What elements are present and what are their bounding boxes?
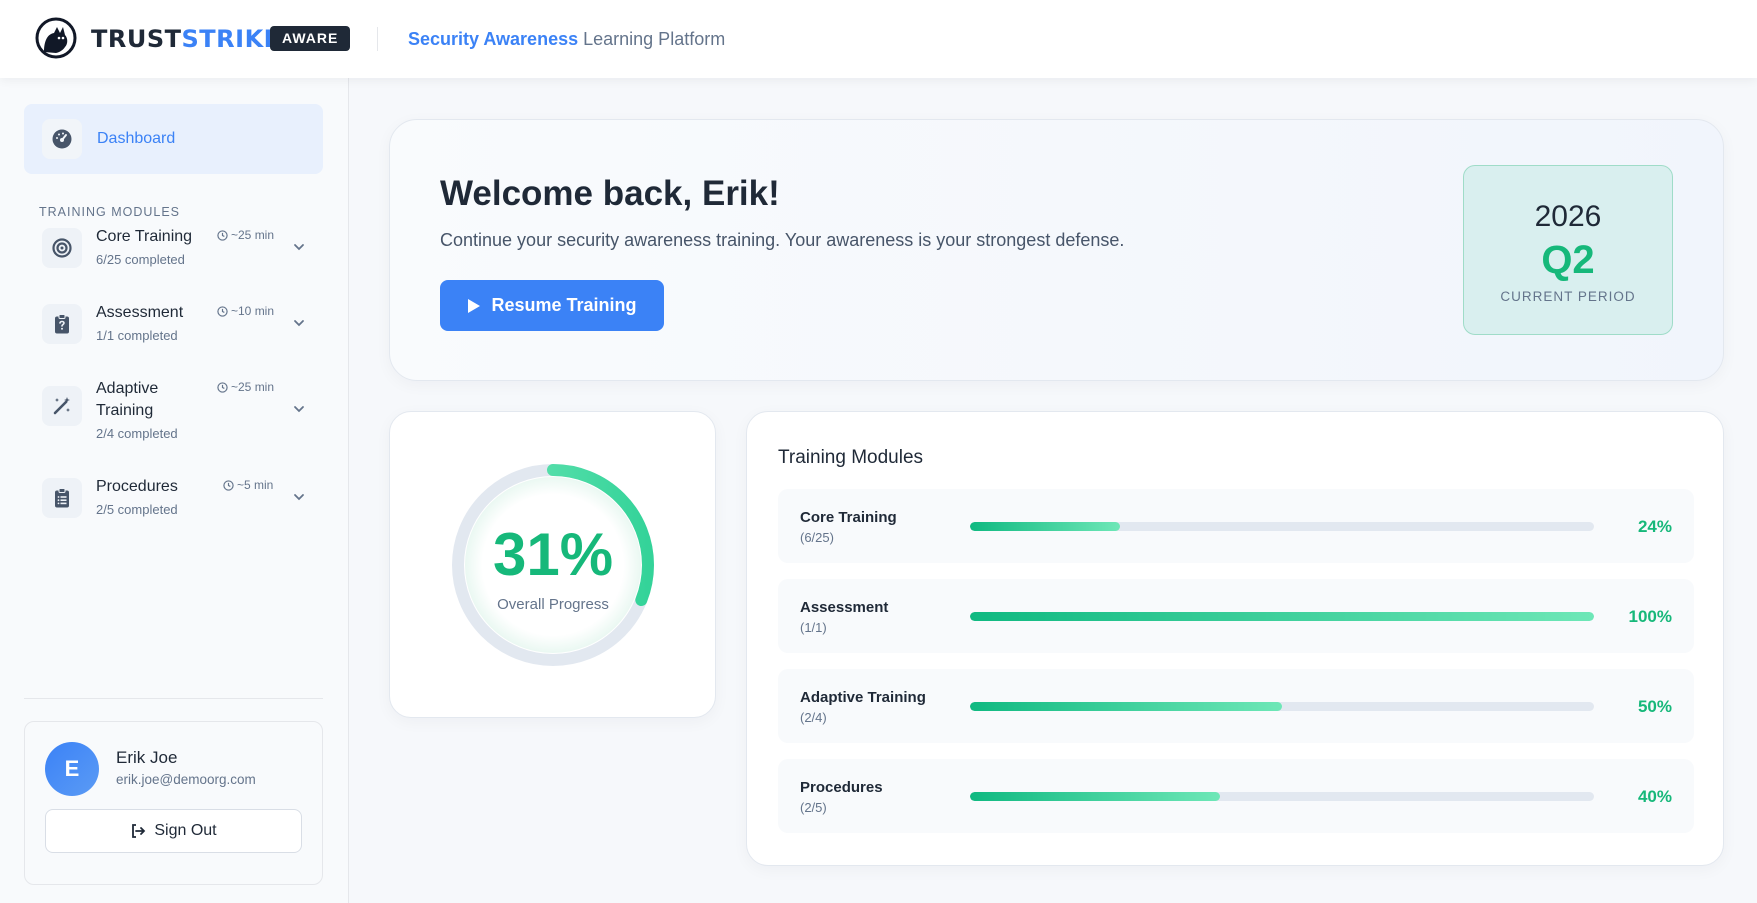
module-progress: 2/4 completed	[96, 426, 178, 441]
sidebar-item-procedures[interactable]: Procedures 2/5 completed ~5 min	[24, 470, 323, 542]
progress-track	[970, 522, 1594, 531]
module-percent: 40%	[1637, 787, 1672, 806]
module-percent: 24%	[1637, 517, 1672, 536]
module-progress: 2/5 completed	[96, 502, 178, 517]
module-time: ~25 min	[217, 228, 274, 242]
welcome-title: Welcome back, Erik!	[440, 174, 780, 213]
sign-out-icon	[132, 824, 146, 838]
period-quarter: Q2	[1541, 238, 1595, 282]
module-title: Adaptive Training	[96, 380, 159, 419]
sidebar-item-core-training[interactable]: Core Training 6/25 completed ~25 min	[24, 220, 323, 292]
chevron-down-icon[interactable]	[292, 402, 306, 416]
chevron-down-icon[interactable]	[292, 240, 306, 254]
clipboard-question-icon	[55, 314, 69, 334]
overall-progress-card: 31% Overall Progress	[389, 411, 716, 718]
module-name: Assessment	[800, 599, 889, 616]
period-label: CURRENT PERIOD	[1500, 289, 1636, 304]
module-title: Procedures	[96, 478, 178, 495]
clock-icon	[217, 305, 228, 317]
platform-title: Security Awareness Learning Platform	[408, 29, 726, 49]
user-card: E Erik Joe erik.joe@demoorg.com Sign Out	[24, 721, 323, 885]
header-divider	[377, 27, 378, 51]
module-time: ~25 min	[217, 380, 274, 394]
clipboard-list-icon	[55, 488, 69, 508]
magic-wand-icon	[53, 397, 70, 415]
user-email: erik.joe@demoorg.com	[116, 772, 256, 787]
module-time: ~10 min	[217, 304, 274, 318]
progress-fill	[970, 612, 1594, 621]
sidebar-item-dashboard[interactable]: Dashboard	[24, 104, 323, 174]
module-progress-row[interactable]: Assessment (1/1) 100%	[778, 579, 1694, 653]
module-progress-row[interactable]: Core Training (6/25) 24%	[778, 489, 1694, 563]
overall-label: Overall Progress	[497, 596, 609, 613]
gauge-icon	[52, 129, 72, 149]
module-icon-box	[42, 386, 82, 426]
sidebar-item-label: Dashboard	[97, 130, 176, 147]
module-title: Core Training	[96, 228, 193, 245]
progress-fill	[970, 522, 1120, 531]
module-count: (2/5)	[800, 800, 827, 815]
target-icon	[52, 238, 72, 258]
user-name: Erik Joe	[116, 748, 178, 767]
module-name: Procedures	[800, 779, 883, 796]
play-icon	[468, 298, 481, 313]
avatar: E	[45, 742, 99, 796]
module-progress: 1/1 completed	[96, 328, 178, 343]
chevron-down-icon[interactable]	[292, 316, 306, 330]
module-name: Adaptive Training	[800, 689, 926, 706]
sidebar-divider	[24, 698, 323, 699]
sign-out-button[interactable]: Sign Out	[45, 809, 302, 853]
progress-track	[970, 702, 1594, 711]
clock-icon	[217, 381, 228, 393]
cat-logo-icon	[35, 17, 77, 59]
module-icon-box	[42, 304, 82, 344]
progress-track	[970, 792, 1594, 801]
dashboard-icon-box	[42, 119, 82, 159]
resume-training-button[interactable]: Resume Training	[440, 280, 664, 331]
progress-fill	[970, 702, 1282, 711]
clock-icon	[217, 229, 228, 241]
training-modules-title: Training Modules	[778, 447, 924, 468]
module-icon-box	[42, 228, 82, 268]
current-period-card: 2026 Q2 CURRENT PERIOD	[1463, 165, 1673, 335]
progress-fill	[970, 792, 1220, 801]
training-modules-card: Training Modules Core Training (6/25) 24…	[746, 411, 1724, 866]
module-progress-row[interactable]: Procedures (2/5) 40%	[778, 759, 1694, 833]
section-title: TRAINING MODULES	[39, 205, 181, 219]
aware-badge: AWARE	[270, 26, 351, 51]
module-count: (6/25)	[800, 530, 834, 545]
sidebar-item-assessment[interactable]: Assessment 1/1 completed ~10 min	[24, 296, 323, 368]
overall-percent: 31%	[492, 521, 614, 588]
progress-ring: 31% Overall Progress	[450, 462, 656, 668]
sidebar-item-adaptive-training[interactable]: Adaptive Training 2/4 completed ~25 min	[24, 372, 323, 462]
welcome-subtitle: Continue your security awareness trainin…	[440, 230, 1125, 250]
module-progress-row[interactable]: Adaptive Training (2/4) 50%	[778, 669, 1694, 743]
top-header: TRUSTSTRIKE AWARE Security Awareness Lea…	[0, 0, 1757, 78]
module-icon-box	[42, 478, 82, 518]
brand-name: TRUSTSTRIKE	[91, 25, 281, 53]
module-time: ~5 min	[223, 478, 273, 492]
welcome-hero: Welcome back, Erik! Continue your securi…	[389, 119, 1724, 381]
module-count: (1/1)	[800, 620, 827, 635]
module-name: Core Training	[800, 509, 897, 526]
module-percent: 100%	[1628, 607, 1672, 626]
clock-icon	[223, 479, 234, 491]
sidebar: Dashboard TRAINING MODULES Core Training…	[0, 78, 349, 903]
chevron-down-icon[interactable]	[292, 490, 306, 504]
module-count: (2/4)	[800, 710, 827, 725]
module-progress: 6/25 completed	[96, 252, 185, 267]
module-title: Assessment	[96, 304, 184, 321]
period-year: 2026	[1534, 200, 1602, 233]
module-percent: 50%	[1637, 697, 1672, 716]
progress-track	[970, 612, 1594, 621]
